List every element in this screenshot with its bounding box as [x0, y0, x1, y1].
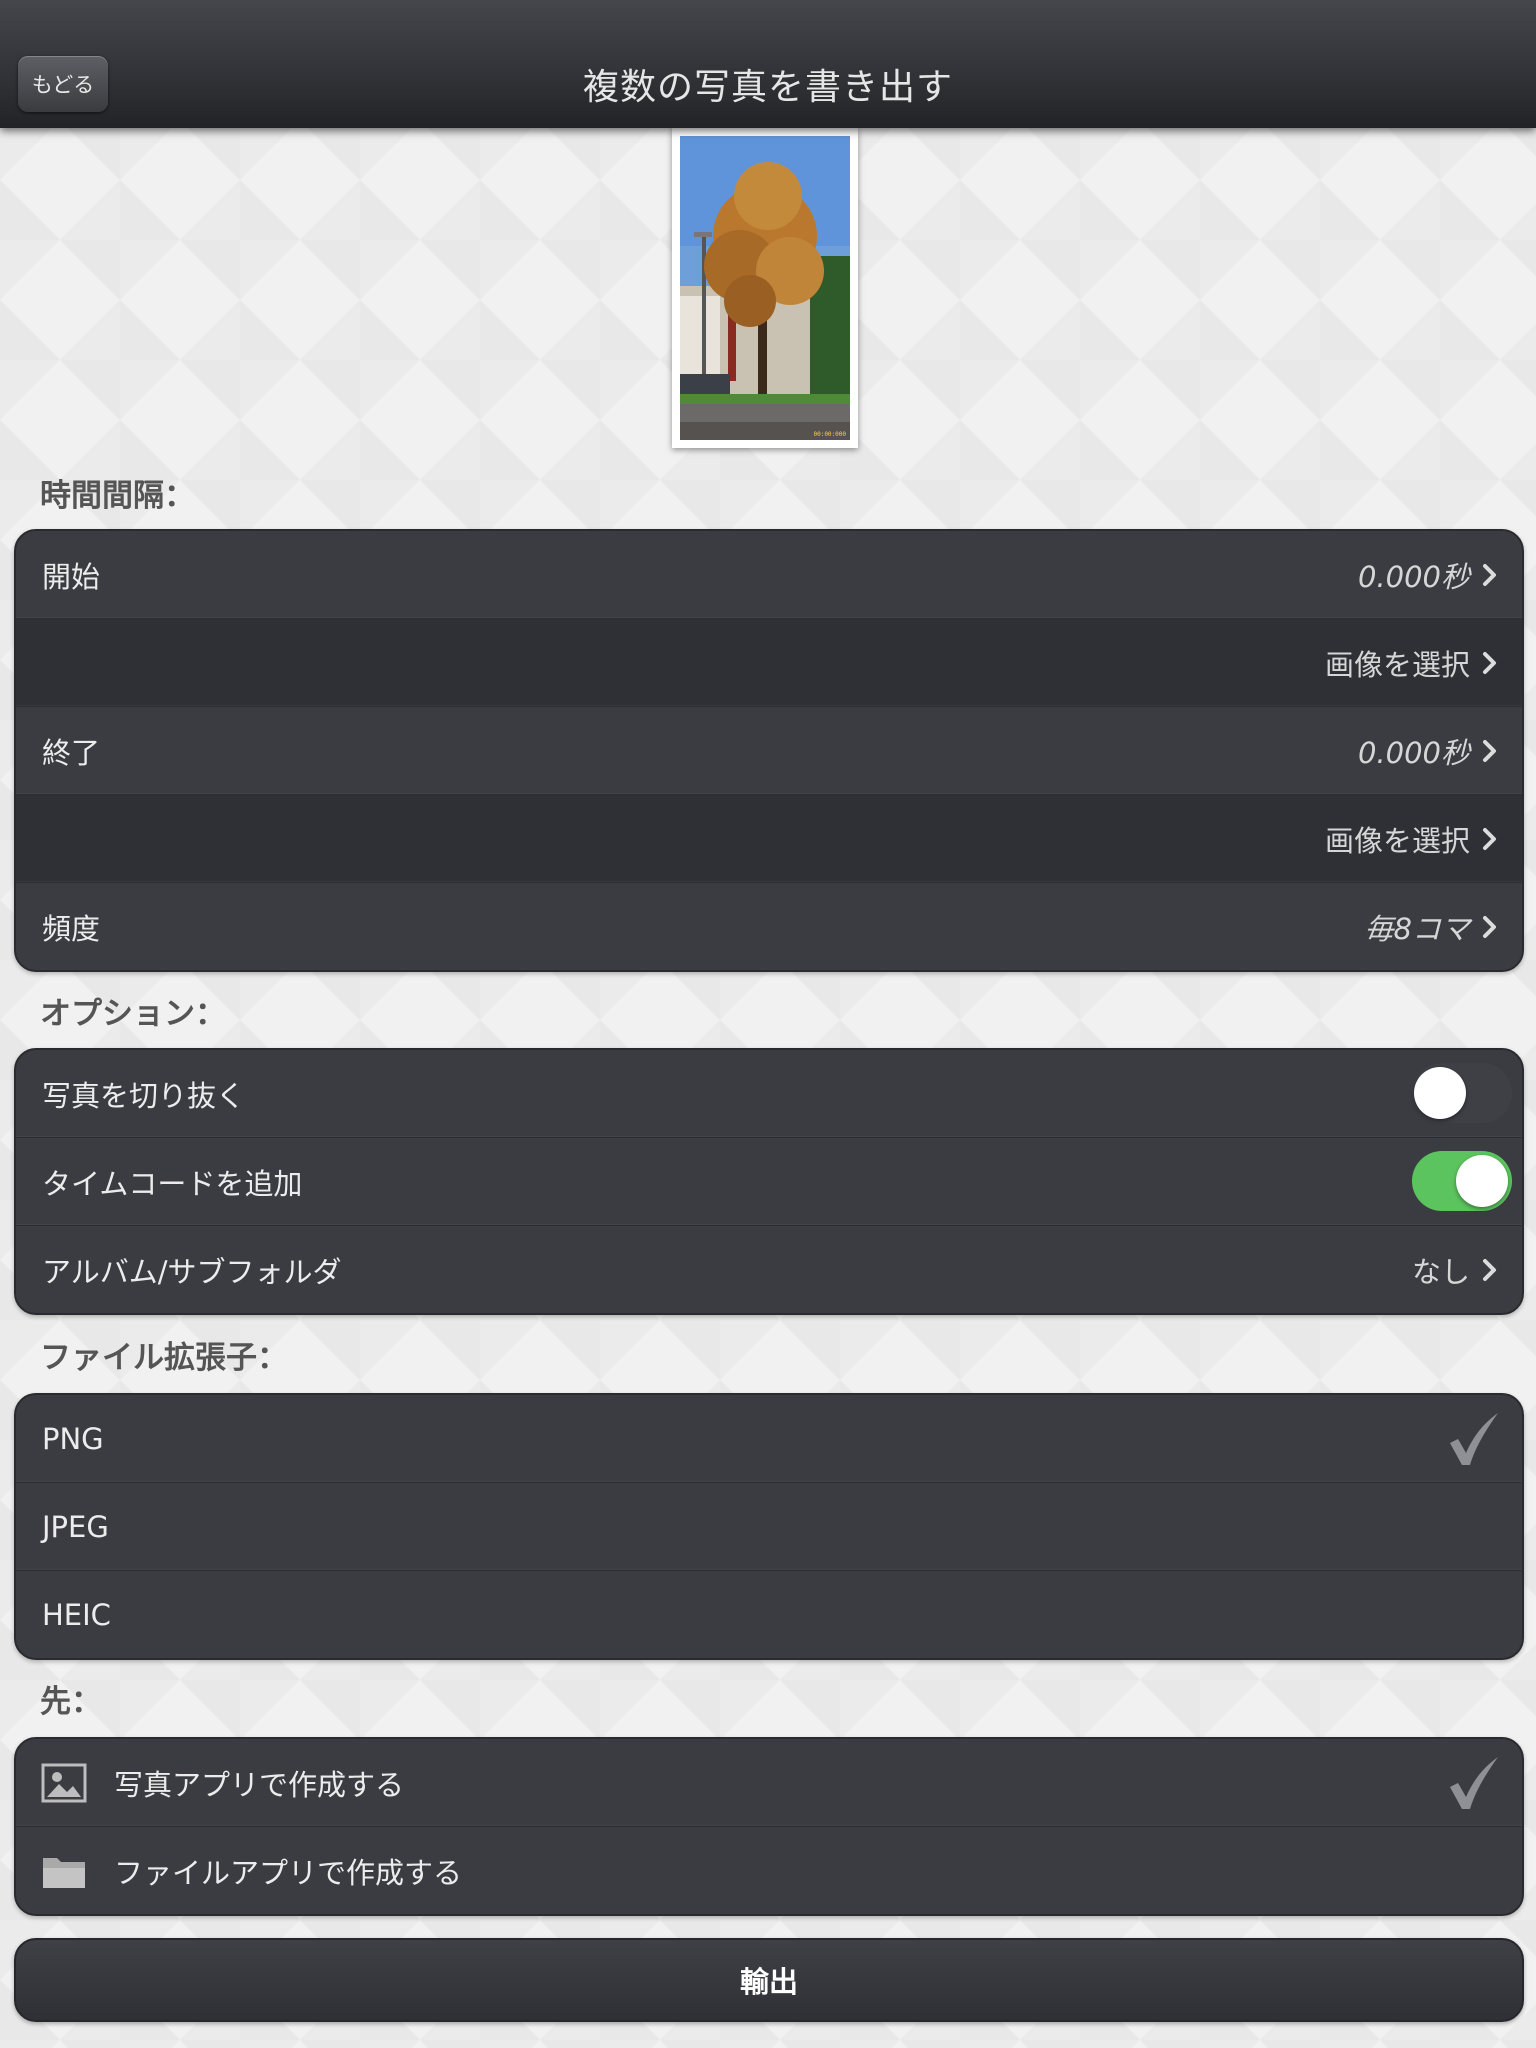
crop-label: 写真を切り抜く — [42, 1078, 246, 1113]
png-label: PNG — [42, 1421, 104, 1456]
heic-row[interactable]: HEIC — [16, 1571, 1522, 1658]
extension-group: PNG JPEG HEIC — [14, 1393, 1524, 1660]
interval-group: 開始 0.000秒 画像を選択 終了 0.000秒 画像を選択 頻度 毎8コマ — [14, 529, 1524, 972]
select-end-image-row[interactable]: 画像を選択 — [16, 795, 1522, 883]
chevron-right-icon — [1483, 651, 1496, 674]
section-options-label: オプション： — [40, 996, 226, 1032]
section-destination-label: 先： — [40, 1684, 102, 1720]
destination-group: 写真アプリで作成する ファイルアプリで作成する — [14, 1737, 1524, 1916]
photo-icon — [41, 1763, 87, 1802]
end-row[interactable]: 終了 0.000秒 — [16, 707, 1522, 795]
files-app-row[interactable]: ファイルアプリで作成する — [16, 1827, 1522, 1914]
end-label: 終了 — [42, 735, 101, 770]
select-end-image-label: 画像を選択 — [1324, 823, 1470, 858]
select-start-image-row[interactable]: 画像を選択 — [16, 619, 1522, 707]
export-button[interactable]: 輸出 — [14, 1938, 1524, 2022]
chevron-right-icon — [1483, 915, 1496, 938]
toggle-knob — [1414, 1067, 1466, 1119]
checkmark-icon — [1450, 1756, 1498, 1809]
jpeg-label: JPEG — [42, 1509, 109, 1544]
files-app-label: ファイルアプリで作成する — [114, 1855, 463, 1890]
start-value: 0.000秒 — [1357, 559, 1470, 594]
thumbnail-timecode: 00:00:000 — [813, 431, 846, 438]
timecode-label: タイムコードを追加 — [42, 1166, 303, 1201]
frequency-label: 頻度 — [42, 911, 101, 946]
jpeg-row[interactable]: JPEG — [16, 1483, 1522, 1571]
end-value: 0.000秒 — [1357, 735, 1470, 770]
timecode-toggle[interactable] — [1412, 1151, 1512, 1211]
select-start-image-label: 画像を選択 — [1324, 647, 1470, 682]
chevron-right-icon — [1483, 827, 1496, 850]
tree-photo: 00:00:000 — [680, 136, 850, 440]
heic-label: HEIC — [42, 1597, 111, 1632]
chevron-right-icon — [1483, 563, 1496, 586]
start-label: 開始 — [42, 559, 101, 594]
crop-row: 写真を切り抜く — [16, 1050, 1522, 1138]
checkmark-icon — [1450, 1412, 1498, 1465]
toggle-knob — [1456, 1155, 1508, 1207]
crop-toggle[interactable] — [1412, 1063, 1512, 1123]
options-group: 写真を切り抜く タイムコードを追加 アルバム/サブフォルダ なし — [14, 1048, 1524, 1315]
photos-app-label: 写真アプリで作成する — [114, 1767, 405, 1802]
video-thumbnail: 00:00:000 — [672, 128, 858, 448]
album-value: なし — [1411, 1254, 1470, 1289]
album-label: アルバム/サブフォルダ — [42, 1254, 342, 1289]
timecode-row: タイムコードを追加 — [16, 1138, 1522, 1226]
png-row[interactable]: PNG — [16, 1395, 1522, 1483]
chevron-right-icon — [1483, 1258, 1496, 1281]
start-row[interactable]: 開始 0.000秒 — [16, 531, 1522, 619]
album-row[interactable]: アルバム/サブフォルダ なし — [16, 1226, 1522, 1313]
section-interval-label: 時間間隔： — [40, 478, 195, 514]
frequency-value: 毎8コマ — [1364, 911, 1470, 946]
page-title: 複数の写真を書き出す — [582, 67, 953, 108]
photos-app-row[interactable]: 写真アプリで作成する — [16, 1739, 1522, 1827]
section-extension-label: ファイル拡張子： — [40, 1340, 288, 1376]
frequency-row[interactable]: 頻度 毎8コマ — [16, 883, 1522, 970]
nav-bar: もどる 複数の写真を書き出す — [0, 0, 1536, 128]
chevron-right-icon — [1483, 739, 1496, 762]
folder-icon — [43, 1857, 85, 1888]
